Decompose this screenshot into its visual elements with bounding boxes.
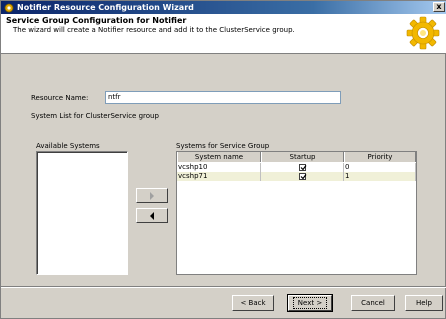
available-systems-list[interactable]	[36, 151, 128, 275]
wizard-icon	[4, 3, 14, 13]
next-button[interactable]: Next >	[287, 294, 333, 312]
service-group-systems-grid[interactable]: System name Startup Priority vcshp10 0 v…	[176, 151, 417, 275]
table-row[interactable]: vcshp71 1	[177, 172, 416, 181]
wizard-header: Service Group Configuration for Notifier…	[1, 14, 446, 54]
back-button[interactable]: < Back	[232, 295, 274, 311]
arrow-right-icon	[150, 191, 154, 200]
startup-checkbox[interactable]	[299, 164, 307, 171]
wizard-window: Notifier Resource Configuration Wizard x…	[0, 0, 446, 319]
cancel-button[interactable]: Cancel	[351, 295, 395, 311]
system-name-cell: vcshp71	[177, 172, 261, 181]
priority-cell[interactable]: 0	[344, 163, 416, 172]
column-header-system-name[interactable]: System name	[177, 152, 261, 162]
resource-name-label: Resource Name:	[31, 94, 89, 102]
close-icon: x	[436, 2, 442, 11]
grid-header-row: System name Startup Priority	[177, 152, 416, 162]
available-systems-label: Available Systems	[36, 142, 100, 150]
title-bar[interactable]: Notifier Resource Configuration Wizard x	[1, 1, 446, 14]
startup-cell	[261, 172, 344, 181]
add-system-button[interactable]	[136, 188, 168, 203]
systems-for-group-label: Systems for Service Group	[176, 142, 270, 150]
startup-checkbox[interactable]	[299, 173, 307, 180]
resource-name-input[interactable]: ntfr	[105, 91, 341, 104]
window-title: Notifier Resource Configuration Wizard	[17, 3, 194, 12]
close-button[interactable]: x	[433, 2, 445, 12]
next-button-label: Next >	[292, 297, 328, 309]
column-header-startup[interactable]: Startup	[261, 152, 344, 162]
table-row[interactable]: vcshp10 0	[177, 163, 416, 172]
system-list-label: System List for ClusterService group	[31, 112, 159, 120]
gear-icon	[406, 16, 440, 50]
column-header-priority[interactable]: Priority	[344, 152, 416, 162]
system-name-cell: vcshp10	[177, 163, 261, 172]
startup-cell	[261, 163, 344, 172]
priority-cell[interactable]: 1	[344, 172, 416, 181]
arrow-left-icon	[150, 211, 154, 220]
remove-system-button[interactable]	[136, 208, 168, 223]
check-icon	[300, 165, 307, 171]
footer-divider	[1, 286, 446, 288]
help-button[interactable]: Help	[405, 295, 443, 311]
header-subtitle: The wizard will create a Notifier resour…	[13, 26, 295, 34]
header-title: Service Group Configuration for Notifier	[6, 16, 187, 25]
check-icon	[300, 174, 307, 180]
